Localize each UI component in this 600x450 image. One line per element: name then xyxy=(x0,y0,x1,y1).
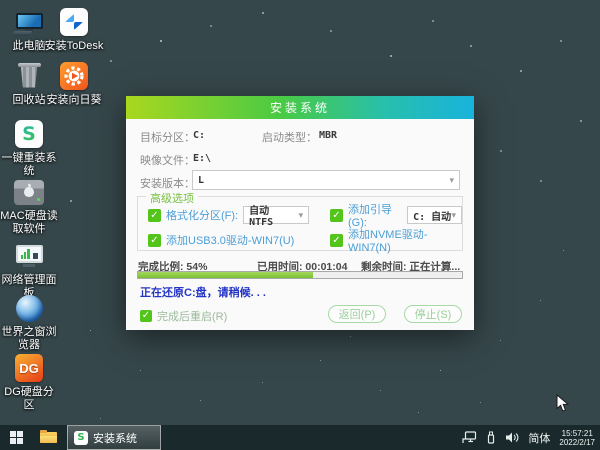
boot-type-label: 启动类型： xyxy=(262,132,317,144)
clock-date: 2022/2/17 xyxy=(559,437,595,447)
chevron-down-icon: ▾ xyxy=(449,174,454,185)
task-label: 安装系统 xyxy=(93,432,137,445)
desktop-icon-install-todesk[interactable]: 安装ToDesk xyxy=(42,6,106,53)
target-partition-label: 目标分区： xyxy=(140,132,195,144)
desktop-icon-label: 世界之窗浏览器 xyxy=(1,326,57,351)
format-partition-label: 格式化分区(F): xyxy=(166,210,239,222)
dialog-titlebar[interactable]: 安装系统 xyxy=(126,96,474,119)
chevron-down-icon: ▾ xyxy=(298,209,304,220)
desktop-icon-label: 安装ToDesk xyxy=(44,40,104,52)
nvme-driver-label: 添加NVME驱动-WIN7(N) xyxy=(348,229,428,254)
progress-bar-fill xyxy=(138,272,313,278)
install-version-label: 安装版本： xyxy=(140,178,195,190)
one-key-reinstall-icon: S xyxy=(13,118,45,150)
add-boot-checkbox[interactable]: ✓ xyxy=(330,208,343,222)
restore-status-text: 正在还原C:盘，请稍候. . . xyxy=(140,287,266,299)
taskbar-task-install-system[interactable]: S 安装系统 xyxy=(67,425,161,450)
recycle-bin-icon xyxy=(13,60,45,92)
desktop-icon-mac-disk-reader[interactable]: MAC硬盘读取软件 xyxy=(0,176,58,236)
format-mode-select[interactable]: 自动 NTFS ▾ xyxy=(243,206,310,228)
desktop-icon-label: 回收站 xyxy=(12,94,46,106)
add-boot-label: 添加引导(G): xyxy=(348,204,392,229)
clock-time: 15:57:21 xyxy=(561,428,593,438)
mac-disk-icon xyxy=(13,176,45,208)
progress-bar xyxy=(137,271,463,279)
desktop-icon-one-key-reinstall[interactable]: S 一键重装系统 xyxy=(0,118,58,178)
network-tray-icon[interactable] xyxy=(462,431,477,444)
advanced-options-label: 高级选项 xyxy=(146,190,198,206)
volume-tray-icon[interactable] xyxy=(505,431,519,444)
boot-target-select[interactable]: C: 自动 ▾ xyxy=(407,206,462,224)
globe-icon xyxy=(13,292,45,324)
file-explorer-button[interactable] xyxy=(33,425,64,450)
chevron-down-icon: ▾ xyxy=(451,209,456,220)
desktop-icon-install-sunflower[interactable]: 安装向日葵 xyxy=(42,60,106,107)
desktop-icon-network-panel[interactable]: 网络管理面板 xyxy=(0,240,58,300)
image-file-value: E:\ xyxy=(193,153,212,164)
taskbar-clock[interactable]: 15:57:21 2022/2/17 xyxy=(559,429,595,447)
usb3-driver-label: 添加USB3.0驱动-WIN7(U) xyxy=(166,235,295,247)
desktop-icon-label: DG硬盘分区 xyxy=(4,386,54,411)
desktop-icon-label: MAC硬盘读取软件 xyxy=(0,210,58,235)
nvme-driver-checkbox[interactable]: ✓ xyxy=(330,233,343,247)
windows-logo-icon xyxy=(10,431,23,444)
sunflower-icon xyxy=(58,60,90,92)
star-dots xyxy=(0,0,1,1)
stop-button[interactable]: 停止(S) xyxy=(404,305,462,323)
desktop-icon-label: 此电脑 xyxy=(12,40,46,52)
start-button[interactable] xyxy=(0,425,33,450)
install-system-dialog: 安装系统 目标分区： C: 启动类型： MBR 映像文件： E:\ 安装版本： … xyxy=(126,96,474,330)
this-pc-icon xyxy=(11,6,45,38)
gear-play-glyph xyxy=(64,66,84,86)
system-tray: 简体 15:57:21 2022/2/17 xyxy=(462,425,600,450)
dg-partition-icon: DG xyxy=(13,352,45,384)
back-button[interactable]: 返回(P) xyxy=(328,305,386,323)
dialog-title: 安装系统 xyxy=(269,101,330,115)
network-panel-icon xyxy=(13,240,45,272)
install-system-task-icon: S xyxy=(74,430,88,445)
usb3-driver-checkbox[interactable]: ✓ xyxy=(148,233,161,247)
advanced-options-group: 高级选项 ✓ 格式化分区(F): 自动 NTFS ▾ ✓ 添加引导(G): C:… xyxy=(137,190,463,254)
input-method-indicator[interactable]: 简体 xyxy=(528,430,550,446)
target-partition-value: C: xyxy=(193,130,206,141)
format-partition-checkbox[interactable]: ✓ xyxy=(148,208,161,222)
boot-type-value: MBR xyxy=(319,130,338,141)
desktop-icon-label: 一键重装系统 xyxy=(1,152,57,177)
reboot-after-checkbox[interactable]: ✓ xyxy=(140,310,152,322)
desktop-icon-dg-partition[interactable]: DG DG硬盘分区 xyxy=(0,352,58,412)
image-file-label: 映像文件： xyxy=(140,155,195,167)
desktop-icon-label: 安装向日葵 xyxy=(46,94,102,106)
install-version-select[interactable]: L ▾ xyxy=(192,170,460,190)
reboot-after-label: 完成后重启(R) xyxy=(157,311,228,323)
desktop-background: 此电脑 安装ToDesk 回收站 安装向日葵 S 一键重装系统 MAC硬盘读取软… xyxy=(0,0,600,450)
usb-device-tray-icon[interactable] xyxy=(486,431,496,445)
folder-icon xyxy=(40,430,57,443)
desktop-icon-world-window-browser[interactable]: 世界之窗浏览器 xyxy=(0,292,58,352)
mouse-cursor xyxy=(556,393,570,418)
taskbar: S 安装系统 简体 15:57:21 2022/2/17 xyxy=(0,425,600,450)
todesk-icon xyxy=(58,6,90,38)
